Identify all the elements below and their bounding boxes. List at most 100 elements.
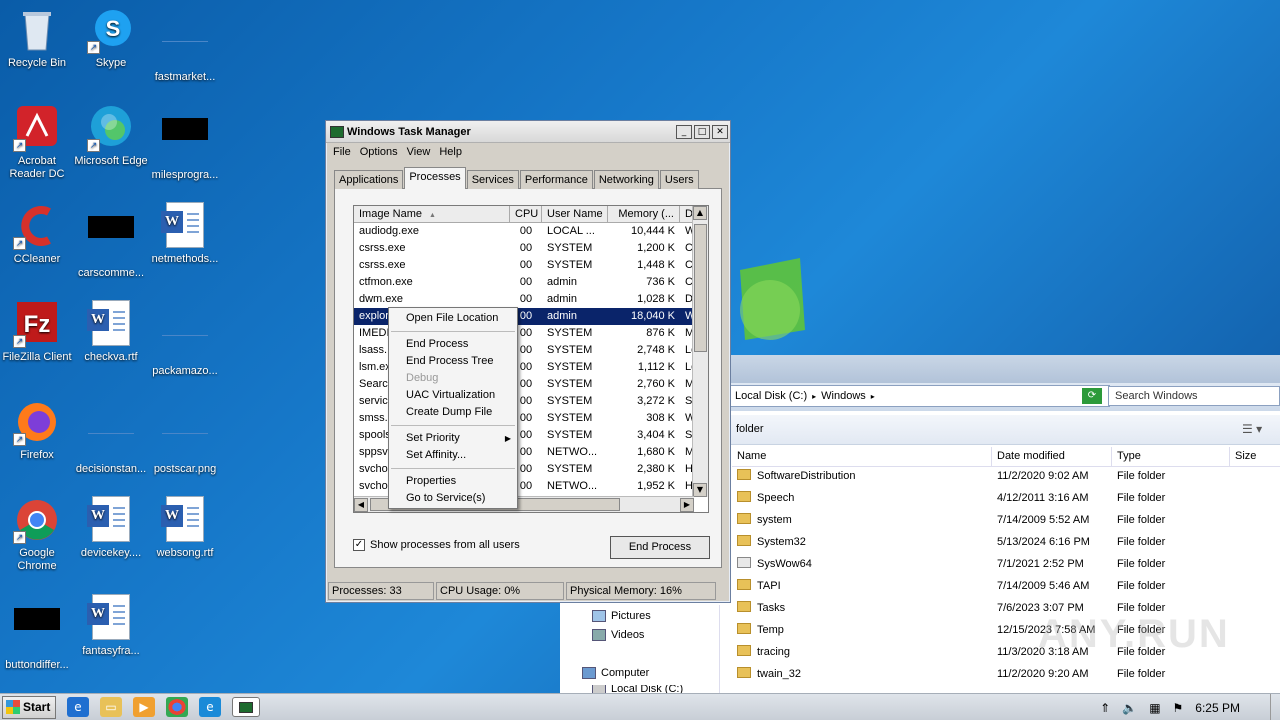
desktop-icon-firefox[interactable]: ↗ Firefox [0,398,74,462]
file-row[interactable]: TAPI 7/14/2009 5:46 AM File folder [732,575,1280,597]
scroll-left-icon[interactable]: ◀ [354,497,368,512]
checkbox[interactable]: ✓ [353,539,365,551]
menu-item-go-to-service-s[interactable]: Go to Service(s) [389,490,517,507]
nav-item-computer[interactable]: Computer [582,667,649,679]
end-process-button[interactable]: End Process [610,536,710,559]
breadcrumb-windows[interactable]: Windows [821,390,866,402]
desktop-icon-word[interactable]: Wfantasyfra... [74,594,148,658]
process-row[interactable]: dwm.exe 00 admin 1,028 KD [354,291,708,308]
refresh-icon[interactable]: ⟳ [1082,388,1102,404]
column-image-name[interactable]: Image Name ▲ [354,206,510,222]
flag-icon[interactable]: ⚑ [1173,701,1184,715]
show-all-processes-checkbox[interactable]: ✓ Show processes from all users [353,539,520,551]
column-name[interactable]: Name [732,447,992,466]
process-row[interactable]: audiodg.exe00LOCAL ...10,444 KW [354,223,708,240]
desktop-icon-word[interactable]: Wnetmethods... [148,202,222,266]
desktop-icon-blank[interactable]: packamazo... [148,300,222,378]
edge-icon[interactable]: e [199,697,221,717]
chrome-icon[interactable] [166,697,188,717]
tab-services[interactable]: Services [466,170,519,189]
process-row[interactable]: csrss.exe 00 SYSTEM 1,448 KC [354,257,708,274]
show-hidden-icons-icon[interactable]: ⇑ [1100,701,1110,715]
menu-item-set-priority[interactable]: Set Priority ▶ [389,430,517,447]
column-date[interactable]: Date modified [992,447,1112,466]
column-type[interactable]: Type [1112,447,1230,466]
tab-applications[interactable]: Applications [334,170,404,189]
desktop-icon-word[interactable]: Wdevicekey.... [74,496,148,560]
tab-networking[interactable]: Networking [593,170,659,189]
menu-item-properties[interactable]: Properties [389,473,517,490]
address-breadcrumb[interactable]: Local Disk (C:) ▸ Windows ▸ ▼ [730,385,1110,407]
show-desktop-button[interactable] [1270,694,1280,720]
chevron-right-icon[interactable]: ▸ [812,392,816,401]
menu-item-end-process[interactable]: End Process [389,336,517,353]
menu-help[interactable]: Help [436,146,468,158]
file-row[interactable]: System32 5/13/2024 6:16 PM File folder [732,531,1280,553]
menu-item-set-affinity[interactable]: Set Affinity... [389,447,517,464]
search-input[interactable]: Search Windows [1108,386,1280,406]
file-explorer-icon[interactable]: ▭ [100,697,122,717]
file-row[interactable]: system 7/14/2009 5:52 AM File folder [732,509,1280,531]
menu-file[interactable]: File [330,146,357,158]
volume-icon[interactable]: 🔈 [1122,701,1137,715]
clock[interactable]: 6:25 PM [1195,701,1240,715]
chevron-right-icon[interactable]: ▸ [871,392,875,401]
scroll-thumb[interactable] [694,224,707,352]
media-player-icon[interactable]: ▶ [133,697,155,717]
column-size[interactable]: Size [1230,447,1280,466]
desktop-icon-blank[interactable]: fastmarket... [148,6,222,84]
scroll-right-icon[interactable]: ▶ [680,497,694,512]
start-button[interactable]: Start [2,695,56,719]
process-row[interactable]: csrss.exe 00 SYSTEM 1,200 KC [354,240,708,257]
maximize-button[interactable]: □ [694,124,710,139]
scroll-up-icon[interactable]: ▲ [693,206,707,220]
file-row[interactable]: SoftwareDistribution 11/2/2020 9:02 AM Fil… [732,465,1280,487]
column-user-name[interactable]: User Name [542,206,608,222]
desktop-icon-word[interactable]: Wcheckva.rtf [74,300,148,364]
menu-item-uac-virtualization[interactable]: UAC Virtualization [389,387,517,404]
desktop-icon-skype[interactable]: S ↗ Skype [74,6,148,70]
tab-performance[interactable]: Performance [519,170,593,189]
file-row[interactable]: Speech 4/12/2011 3:16 AM File folder [732,487,1280,509]
desktop-icon-recycle-bin[interactable]: Recycle Bin [0,6,74,70]
desktop-icon-filezilla[interactable]: Fz ↗ FileZilla Client [0,300,74,364]
tab-users[interactable]: Users [659,170,699,189]
column-cpu[interactable]: CPU [510,206,542,222]
menu-view[interactable]: View [404,146,437,158]
desktop-icon-blank[interactable]: decisionstan... [74,398,148,476]
file-row[interactable]: twain_32 11/2/2020 9:20 AM File folder [732,663,1280,685]
desktop-icon-black[interactable]: carscomme... [74,202,148,280]
menu-item-open-file-location[interactable]: Open File Location [389,310,517,327]
menu-item-end-process-tree[interactable]: End Process Tree [389,353,517,370]
network-icon[interactable]: ▦ [1149,701,1160,715]
file-row[interactable]: SysWow64 7/1/2021 2:52 PM File folder [732,553,1280,575]
desktop-icon-chrome[interactable]: ↗ Google Chrome [0,496,74,573]
desktop-icon-black[interactable]: buttondiffer... [0,594,74,672]
tab-processes[interactable]: Processes [404,167,466,189]
file-date: 4/12/2011 3:16 AM [997,492,1089,504]
desktop-icon-ccleaner[interactable]: ↗ CCleaner [0,202,74,266]
column-memory[interactable]: Memory (... [608,206,680,222]
close-button[interactable]: ✕ [712,124,728,139]
task-manager-taskbar-button[interactable] [232,697,260,717]
nav-item-pictures[interactable]: Pictures [592,610,651,622]
desktop-icon-black[interactable]: milesprogra... [148,104,222,182]
desktop-icon-word[interactable]: Wwebsong.rtf [148,496,222,560]
nav-item-local-disk[interactable]: Local Disk (C:) [592,685,683,693]
scroll-down-icon[interactable]: ▼ [693,483,707,497]
menu-item-create-dump-file[interactable]: Create Dump File [389,404,517,421]
internet-explorer-icon[interactable]: e [67,697,89,717]
task-manager-window[interactable]: Windows Task Manager _ □ ✕ File Options … [325,120,731,603]
menu-options[interactable]: Options [357,146,404,158]
desktop-icon-blank[interactable]: postscar.png [148,398,222,476]
desktop-icon-edge[interactable]: ↗ Microsoft Edge [74,104,148,168]
task-manager-titlebar[interactable]: Windows Task Manager _ □ ✕ [326,121,730,143]
process-row[interactable]: ctfmon.exe 00 admin 736 KC [354,274,708,291]
minimize-button[interactable]: _ [676,124,692,139]
desktop-icon-acrobat[interactable]: ↗ Acrobat Reader DC [0,104,74,181]
nav-item-videos[interactable]: Videos [592,629,644,641]
breadcrumb-drive[interactable]: Local Disk (C:) [735,390,807,402]
new-folder-button[interactable]: folder [736,423,764,435]
vertical-scrollbar[interactable]: ▲ ▼ [692,206,708,497]
view-options-icon[interactable]: ☰ ▾ [1242,422,1262,436]
